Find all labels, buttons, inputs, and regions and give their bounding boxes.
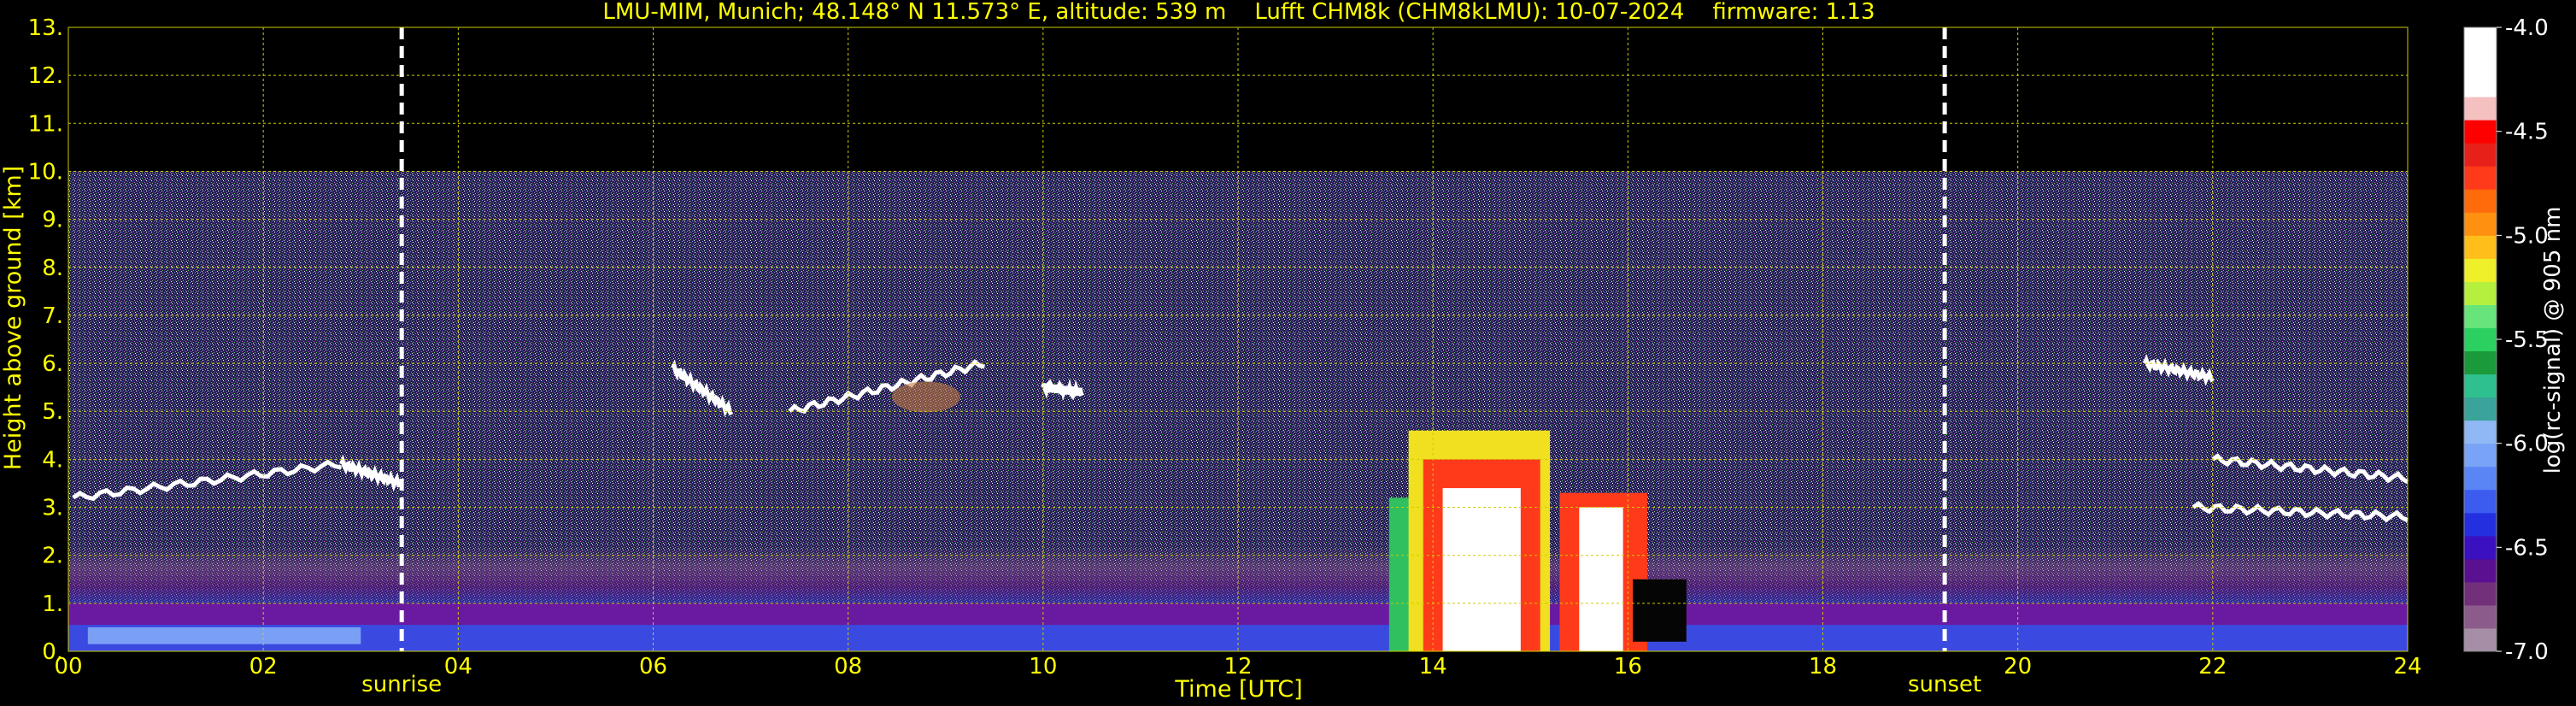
colorbar-segment [2464, 258, 2497, 282]
x-tick-label: 00 [54, 654, 82, 680]
colorbar-segment [2464, 604, 2497, 629]
colorbar: -4.0-4.5-5.0-5.5-6.0-6.5-7.0 [2463, 15, 2549, 665]
ceilometer-chart: sunrise sunset 0.1.2.3.4.5.6.7.8.9.10.11.… [0, 0, 2566, 703]
colorbar-tick-label: -7.0 [2505, 639, 2549, 665]
sunrise-label: sunrise [361, 672, 442, 697]
colorbar-segment [2464, 97, 2497, 121]
y-tick-label: 5. [42, 399, 63, 425]
x-tick-label: 02 [249, 654, 278, 680]
colorbar-segment [2464, 27, 2497, 51]
colorbar-segment [2464, 74, 2497, 97]
y-tick-label: 10. [28, 159, 63, 185]
colorbar-segment [2464, 212, 2497, 236]
x-tick-label: 22 [2198, 654, 2227, 680]
y-tick-label: 8. [42, 256, 63, 281]
y-tick-label: 2. [42, 544, 63, 569]
chart-title: LMU-MIM, Munich; 48.148° N 11.573° E, al… [602, 0, 1875, 25]
colorbar-segment [2464, 627, 2497, 652]
colorbar-segment [2464, 489, 2497, 514]
colorbar-segment [2464, 558, 2497, 583]
y-tick-labels: 0.1.2.3.4.5.6.7.8.9.10.11.12.13. [28, 15, 63, 665]
y-tick-label: 11. [28, 111, 63, 137]
x-tick-label: 16 [1614, 654, 1642, 680]
colorbar-segment [2464, 281, 2497, 305]
colorbar-segment [2464, 512, 2497, 537]
x-axis-label: Time [UTC] [1174, 676, 1302, 703]
x-tick-label: 20 [2004, 654, 2032, 680]
y-tick-label: 7. [42, 303, 63, 329]
precip-core-2 [1579, 507, 1623, 651]
sunset-label: sunset [1908, 672, 1981, 697]
colorbar-segment [2464, 535, 2497, 560]
colorbar-label: log(rc-signal) @ 905 nm [2540, 207, 2566, 474]
signal-shadow [1633, 579, 1687, 642]
colorbar-segment [2464, 443, 2497, 468]
colorbar-segment [2464, 581, 2497, 606]
x-tick-label: 10 [1029, 654, 1057, 680]
colorbar-segment [2464, 143, 2497, 167]
colorbar-tick-label: -6.5 [2505, 535, 2549, 561]
colorbar-segment [2464, 189, 2497, 213]
y-tick-label: 6. [42, 351, 63, 377]
colorbar-segment [2464, 304, 2497, 328]
y-tick-label: 9. [42, 208, 63, 233]
colorbar-tick-label: -4.5 [2505, 120, 2549, 145]
colorbar-segment [2464, 120, 2497, 144]
precip-core [1442, 488, 1521, 651]
y-tick-label: 4. [42, 447, 63, 473]
x-tick-label: 06 [639, 654, 667, 680]
surface-layer-morning [87, 627, 361, 644]
y-tick-label: 3. [42, 496, 63, 521]
colorbar-tick-label: -4.0 [2505, 15, 2549, 41]
colorbar-segment [2464, 350, 2497, 375]
y-tick-label: 1. [42, 591, 63, 617]
plot-area: sunrise sunset [67, 26, 2409, 697]
boundary-layer-haze [68, 545, 2408, 603]
colorbar-segment [2464, 466, 2497, 491]
colorbar-segment [2464, 397, 2497, 421]
colorbar-segment [2464, 327, 2497, 352]
y-tick-label: 12. [28, 63, 63, 89]
x-tick-label: 14 [1419, 654, 1447, 680]
colorbar-segment [2464, 166, 2497, 190]
x-tick-label: 04 [444, 654, 472, 680]
colorbar-segment [2464, 50, 2497, 74]
y-axis-label: Height above ground [km] [0, 166, 26, 470]
x-tick-label: 24 [2393, 654, 2421, 680]
x-tick-label: 08 [834, 654, 862, 680]
x-tick-label: 18 [1809, 654, 1837, 680]
colorbar-segment [2464, 420, 2497, 444]
cloud-patch-midday [891, 381, 960, 413]
colorbar-segment [2464, 235, 2497, 259]
y-tick-label: 13. [28, 15, 63, 41]
colorbar-segment [2464, 374, 2497, 398]
